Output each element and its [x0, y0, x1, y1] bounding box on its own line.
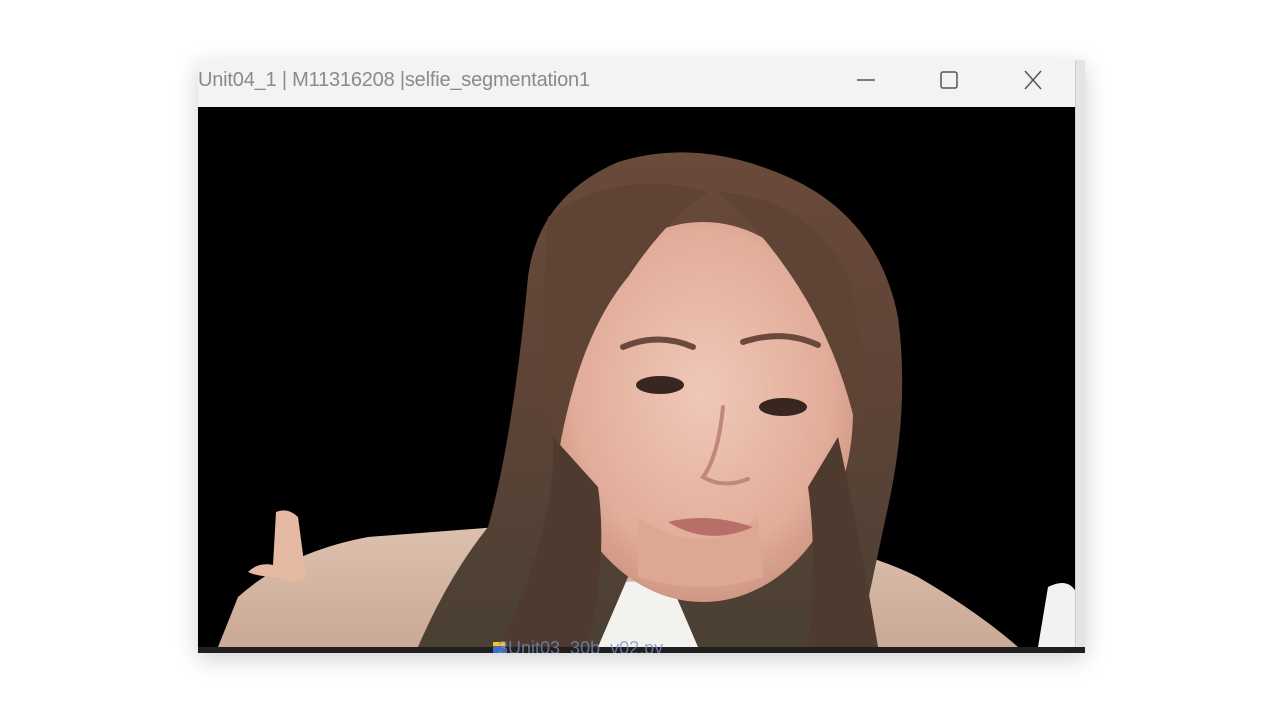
minimize-button[interactable] — [836, 60, 896, 100]
app-window: Unit04_1 | M11316208 |selfie_segmentatio… — [198, 60, 1085, 653]
background-file-label: 3Unit03_30b_v02.py — [498, 638, 664, 653]
segmented-person-image — [198, 107, 1076, 647]
title-bar[interactable]: Unit04_1 | M11316208 |selfie_segmentatio… — [198, 60, 1085, 107]
close-icon — [1024, 70, 1042, 90]
window-title: Unit04_1 | M11316208 |selfie_segmentatio… — [198, 69, 590, 91]
minimize-icon — [857, 79, 875, 81]
right-eye — [759, 398, 807, 416]
maximize-button[interactable] — [919, 60, 979, 100]
window-right-edge — [1075, 60, 1085, 653]
maximize-icon — [940, 71, 958, 89]
close-button[interactable] — [1003, 60, 1063, 100]
left-eye — [636, 376, 684, 394]
segmentation-viewport — [198, 107, 1076, 647]
